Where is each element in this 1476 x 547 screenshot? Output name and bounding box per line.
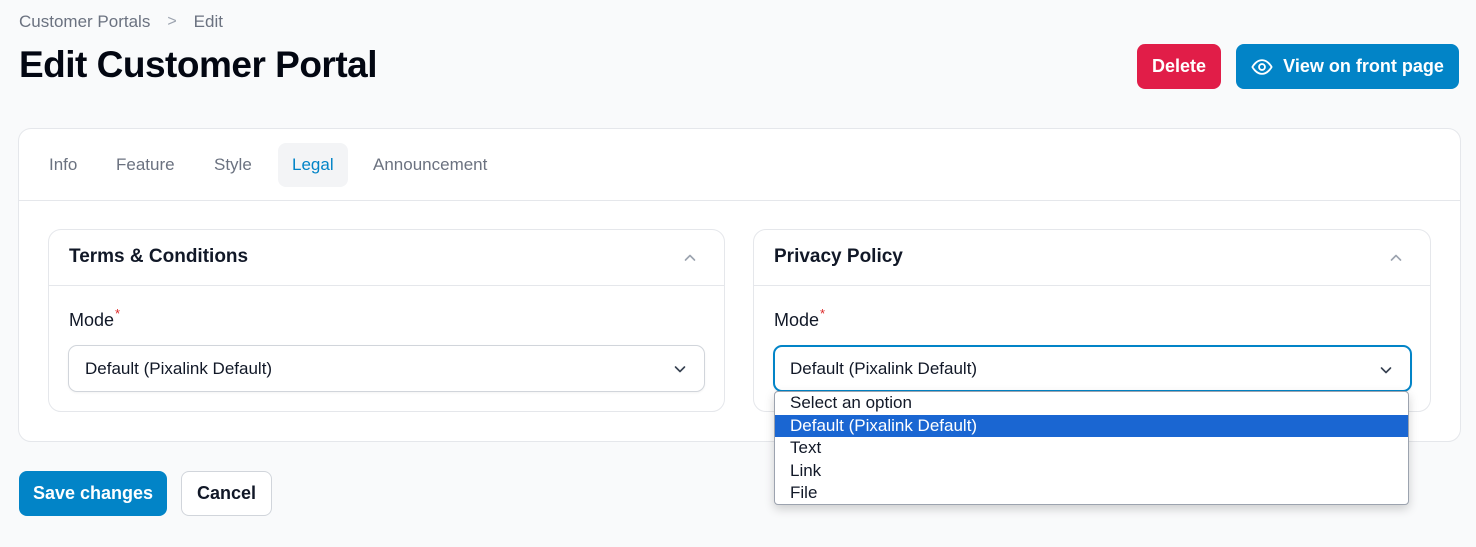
terms-mode-label: Mode* — [69, 306, 120, 331]
chevron-up-icon[interactable] — [1388, 250, 1404, 266]
tab-style[interactable]: Style — [200, 143, 266, 187]
cancel-button-label: Cancel — [196, 483, 257, 503]
privacy-section-header[interactable]: Privacy Policy — [754, 230, 1430, 286]
dropdown-option-link[interactable]: Link — [775, 460, 1408, 483]
required-indicator: * — [115, 306, 121, 321]
privacy-mode-label-text: Mode — [774, 310, 820, 330]
delete-button[interactable]: Delete — [1137, 44, 1221, 89]
privacy-mode-value: Default (Pixalink Default) — [790, 358, 978, 378]
breadcrumb: Customer Portals > Edit — [19, 12, 223, 32]
terms-mode-select[interactable]: Default (Pixalink Default) — [68, 345, 705, 392]
cancel-button[interactable]: Cancel — [181, 471, 272, 516]
privacy-section-title: Privacy Policy — [774, 246, 903, 267]
terms-section-title: Terms & Conditions — [69, 246, 249, 267]
tab-announcement[interactable]: Announcement — [359, 143, 501, 187]
chevron-down-icon — [674, 366, 686, 373]
privacy-policy-section: Privacy Policy Mode* Default (Pixalink D… — [753, 229, 1431, 412]
terms-conditions-section: Terms & Conditions Mode* Default (Pixali… — [48, 229, 725, 412]
view-on-front-page-button[interactable]: View on front page — [1236, 44, 1459, 89]
delete-button-label: Delete — [1151, 56, 1207, 76]
tab-legal[interactable]: Legal — [278, 143, 348, 187]
dropdown-option-text[interactable]: Text — [775, 437, 1408, 460]
eye-icon — [1251, 58, 1273, 75]
view-button-label: View on front page — [1283, 56, 1444, 76]
tab-bar: Info Feature Style Legal Announcement — [19, 129, 1460, 201]
dropdown-option-file[interactable]: File — [775, 482, 1408, 504]
privacy-mode-dropdown-list: Select an option Default (Pixalink Defau… — [774, 391, 1409, 505]
breadcrumb-item-edit: Edit — [193, 12, 223, 31]
terms-section-header[interactable]: Terms & Conditions — [49, 230, 724, 286]
save-button-label: Save changes — [32, 483, 154, 503]
required-indicator: * — [820, 306, 826, 321]
page-title: Edit Customer Portal — [19, 44, 378, 85]
dropdown-option-select[interactable]: Select an option — [775, 392, 1408, 415]
save-changes-button[interactable]: Save changes — [19, 471, 167, 516]
chevron-up-icon[interactable] — [682, 250, 698, 266]
dropdown-option-default[interactable]: Default (Pixalink Default) — [775, 414, 1408, 437]
tab-feature[interactable]: Feature — [102, 143, 189, 187]
terms-mode-value: Default (Pixalink Default) — [85, 358, 273, 378]
chevron-down-icon — [1380, 367, 1392, 374]
tab-info[interactable]: Info — [35, 143, 91, 187]
breadcrumb-item-customer-portals[interactable]: Customer Portals — [19, 12, 150, 32]
privacy-mode-select[interactable]: Default (Pixalink Default) — [773, 345, 1412, 392]
privacy-mode-label: Mode* — [774, 306, 825, 331]
breadcrumb-separator: > — [167, 13, 177, 30]
terms-mode-label-text: Mode — [69, 310, 115, 330]
